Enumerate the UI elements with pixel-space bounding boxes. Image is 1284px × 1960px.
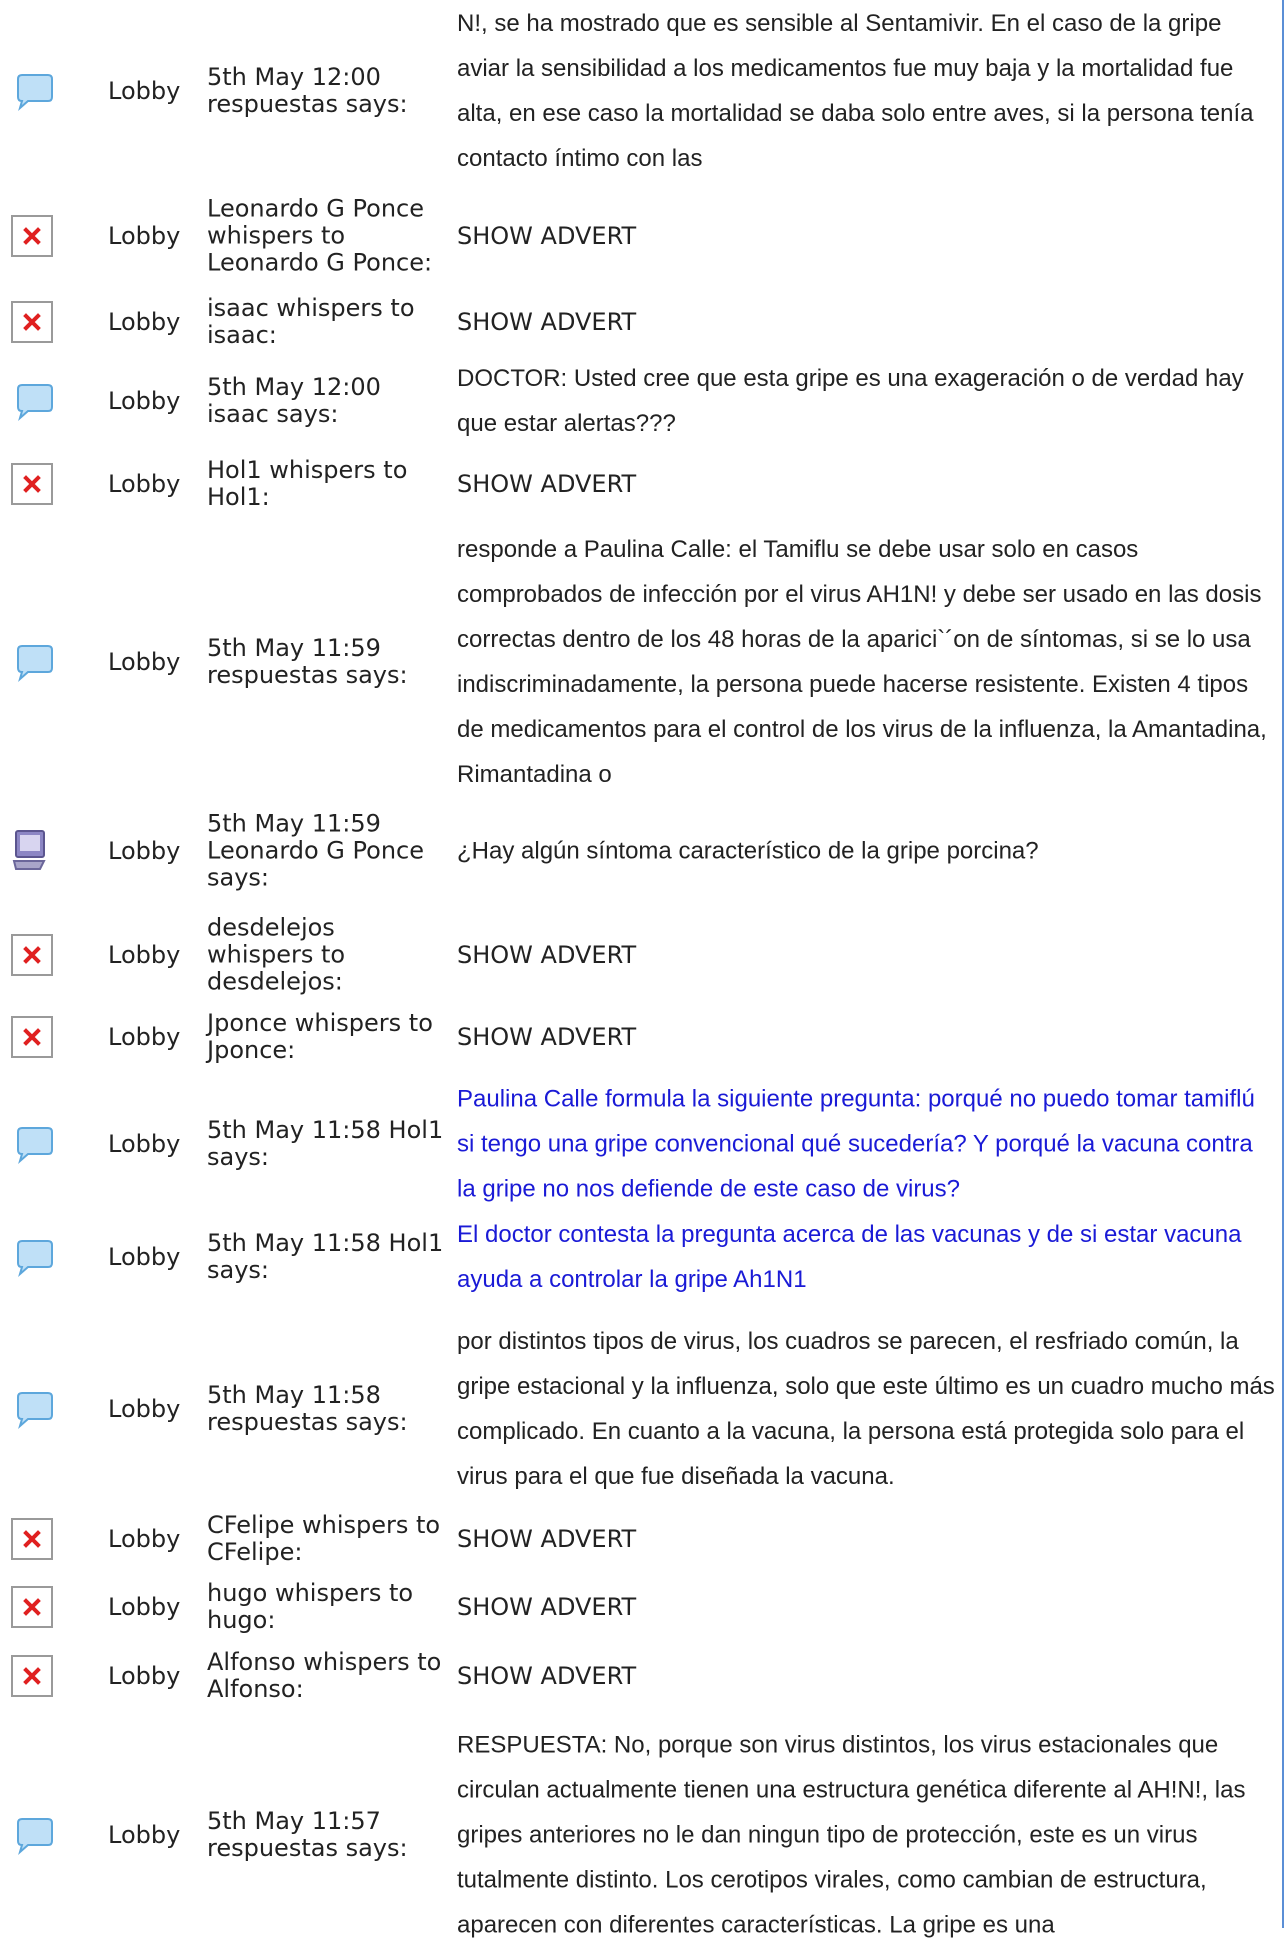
show-advert-link[interactable]: SHOW ADVERT: [457, 1525, 1275, 1553]
message-text: Paulina Calle formula la siguiente pregu…: [457, 1085, 1255, 1203]
chat-bubble-icon: [4, 1116, 60, 1172]
sender-label: Hol1 whispers to Hol1:: [207, 456, 408, 511]
room-label: Lobby: [108, 648, 181, 676]
sender-label: Jponce whispers to Jponce:: [207, 1009, 433, 1064]
show-advert-link[interactable]: SHOW ADVERT: [457, 222, 1275, 250]
sender-label: desdelejos whispers to desdelejos:: [207, 913, 346, 996]
show-advert-link[interactable]: SHOW ADVERT: [457, 1593, 1275, 1621]
message-text: DOCTOR: Usted cree que esta gripe es una…: [457, 365, 1244, 437]
chat-row: Lobby CFelipe whispers to CFelipe: SHOW …: [0, 1506, 1282, 1574]
sender-label: 5th May 12:00 isaac says:: [207, 373, 381, 428]
broken-image-icon: [4, 456, 60, 512]
sender-label: Alfonso whispers to Alfonso:: [207, 1648, 442, 1703]
chat-row: Lobby Hol1 whispers to Hol1: SHOW ADVERT: [0, 449, 1282, 526]
room-label: Lobby: [108, 308, 181, 336]
show-advert-link[interactable]: SHOW ADVERT: [457, 1023, 1275, 1051]
sender-label: 5th May 11:58 respuestas says:: [207, 1381, 408, 1436]
broken-image-icon: [4, 1009, 60, 1065]
chat-row: Lobby desdelejos whispers to desdelejos:…: [0, 912, 1282, 1005]
chat-bubble-icon: [4, 373, 60, 429]
chat-row: Lobby 5th May 11:58 Hol1 says: El doctor…: [0, 1214, 1282, 1309]
chat-row: Lobby 5th May 11:59 respuestas says: res…: [0, 526, 1282, 806]
computer-monitor-icon: [4, 823, 60, 879]
sender-label: hugo whispers to hugo:: [207, 1579, 414, 1634]
sender-label: 5th May 11:57 respuestas says:: [207, 1807, 408, 1862]
chat-row: Lobby Alfonso whispers to Alfonso: SHOW …: [0, 1642, 1282, 1710]
room-label: Lobby: [108, 470, 181, 498]
chat-row: Lobby hugo whispers to hugo: SHOW ADVERT: [0, 1574, 1282, 1642]
chat-bubble-icon: [4, 1807, 60, 1863]
chat-row: Lobby 5th May 11:58 Hol1 says: Paulina C…: [0, 1073, 1282, 1214]
broken-image-icon: [4, 1579, 60, 1635]
room-label: Lobby: [108, 1821, 181, 1849]
show-advert-link[interactable]: SHOW ADVERT: [457, 1662, 1275, 1690]
chat-bubble-icon: [4, 634, 60, 690]
show-advert-link[interactable]: SHOW ADVERT: [457, 470, 1275, 498]
room-label: Lobby: [108, 222, 181, 250]
chat-feed: Lobby 5th May 12:00 respuestas says: N!,…: [0, 0, 1282, 1960]
broken-image-icon: [4, 927, 60, 983]
room-label: Lobby: [108, 1525, 181, 1553]
chat-bubble-icon: [4, 1229, 60, 1285]
sender-label: 5th May 12:00 respuestas says:: [207, 63, 408, 118]
chat-row: Lobby 5th May 11:57 respuestas says: RES…: [0, 1710, 1282, 1960]
room-label: Lobby: [108, 77, 181, 105]
sender-label: 5th May 11:58 Hol1 says:: [207, 1116, 444, 1171]
sender-label: isaac whispers to isaac:: [207, 294, 415, 349]
sender-label: 5th May 11:59 respuestas says:: [207, 634, 408, 689]
chat-row: Lobby 5th May 12:00 respuestas says: N!,…: [0, 0, 1282, 202]
chat-row: Lobby 5th May 11:58 respuestas says: por…: [0, 1309, 1282, 1506]
chat-row: Lobby 5th May 12:00 isaac says: DOCTOR: …: [0, 356, 1282, 449]
sender-label: CFelipe whispers to CFelipe:: [207, 1511, 441, 1566]
message-text: RESPUESTA: No, porque son virus distinto…: [457, 1731, 1246, 1939]
room-label: Lobby: [108, 1130, 181, 1158]
room-label: Lobby: [108, 387, 181, 415]
room-label: Lobby: [108, 837, 181, 865]
sender-label: Leonardo G Ponce whispers to Leonardo G …: [207, 194, 433, 277]
room-label: Lobby: [108, 1023, 181, 1051]
room-label: Lobby: [108, 1243, 181, 1271]
message-text: N!, se ha mostrado que es sensible al Se…: [457, 10, 1254, 172]
room-label: Lobby: [108, 1662, 181, 1690]
broken-image-icon: [4, 1648, 60, 1704]
message-text: responde a Paulina Calle: el Tamiflu se …: [457, 536, 1267, 788]
room-label: Lobby: [108, 1593, 181, 1621]
chat-bubble-icon: [4, 1381, 60, 1437]
sender-label: 5th May 11:58 Hol1 says:: [207, 1229, 444, 1284]
chat-row: Lobby isaac whispers to isaac: SHOW ADVE…: [0, 288, 1282, 356]
room-label: Lobby: [108, 1395, 181, 1423]
room-label: Lobby: [108, 941, 181, 969]
chat-row: Lobby 5th May 11:59 Leonardo G Ponce say…: [0, 806, 1282, 912]
chat-row: Lobby Jponce whispers to Jponce: SHOW AD…: [0, 1005, 1282, 1073]
broken-image-icon: [4, 294, 60, 350]
message-text: El doctor contesta la pregunta acerca de…: [457, 1221, 1242, 1293]
message-text: ¿Hay algún síntoma característico de la …: [457, 837, 1039, 865]
broken-image-icon: [4, 208, 60, 264]
broken-image-icon: [4, 1511, 60, 1567]
chat-row: Lobby Leonardo G Ponce whispers to Leona…: [0, 195, 1282, 288]
show-advert-link[interactable]: SHOW ADVERT: [457, 308, 1275, 336]
chat-bubble-icon: [4, 63, 60, 119]
message-text: por distintos tipos de virus, los cuadro…: [457, 1328, 1275, 1490]
show-advert-link[interactable]: SHOW ADVERT: [457, 941, 1275, 969]
sender-label: 5th May 11:59 Leonardo G Ponce says:: [207, 809, 425, 892]
